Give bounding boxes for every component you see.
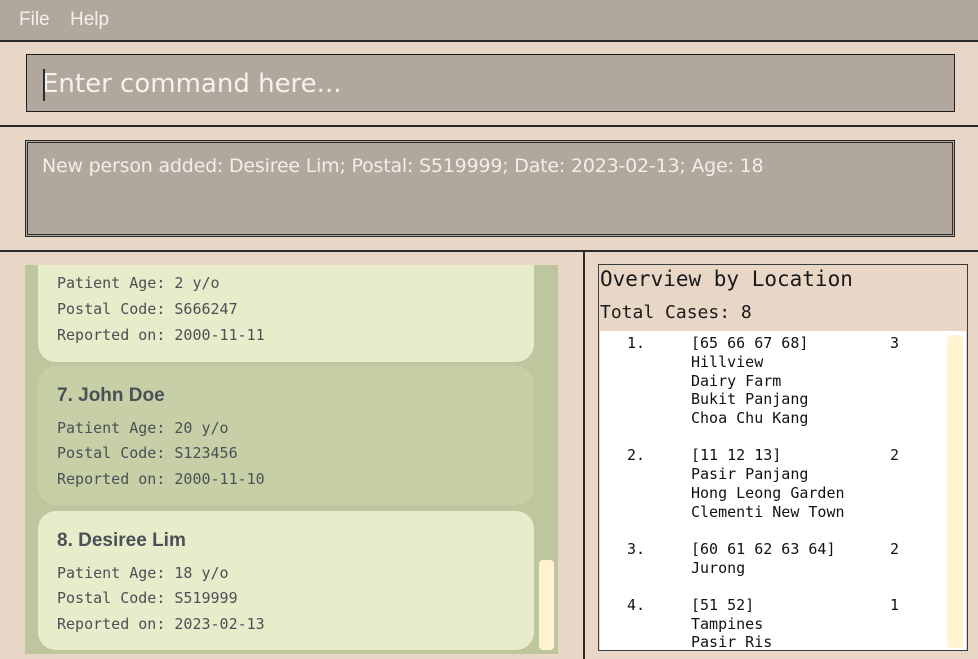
person-reported: Reported on: 2000-11-11	[57, 326, 265, 344]
overview-title: Overview by Location	[600, 267, 853, 291]
person-name: 8. Desiree Lim	[57, 530, 186, 551]
divider	[0, 250, 978, 252]
overview-scrollbar[interactable]	[947, 335, 963, 648]
result-display: New person added: Desiree Lim; Postal: S…	[25, 140, 955, 237]
divider	[0, 125, 978, 127]
entry-area: Hong Leong Garden	[691, 484, 845, 502]
entry-area: Bukit Panjang	[691, 390, 809, 408]
entry-area: Pasir Ris	[691, 633, 773, 650]
person-postal: Postal Code: S666247	[57, 300, 238, 318]
person-reported: Reported on: 2000-11-10	[57, 470, 265, 488]
entry-index: 1.	[627, 334, 646, 352]
total-cases: Total Cases: 8	[600, 302, 752, 323]
person-list: Patient Age: 2 y/o Postal Code: S666247 …	[25, 265, 558, 654]
menu-help[interactable]: Help	[70, 9, 109, 31]
entry-count: 1	[890, 596, 900, 614]
list-scrollbar[interactable]	[539, 560, 554, 650]
command-box	[26, 54, 955, 112]
entry-count: 2	[890, 540, 900, 558]
person-card[interactable]: 8. Desiree Lim Patient Age: 18 y/o Posta…	[38, 511, 534, 650]
menu-bar: File Help	[0, 0, 978, 40]
entry-codes: [51 52]	[691, 596, 755, 614]
panel-divider	[583, 252, 585, 659]
entry-count: 2	[890, 446, 900, 464]
entry-index: 2.	[627, 446, 646, 464]
entry-area: Hillview	[691, 353, 764, 371]
entry-area: Clementi New Town	[691, 503, 845, 521]
menu-file[interactable]: File	[19, 9, 50, 31]
person-age: Patient Age: 2 y/o	[57, 274, 220, 292]
person-card[interactable]: 7. John Doe Patient Age: 20 y/o Postal C…	[38, 366, 534, 505]
entry-index: 3.	[627, 540, 646, 558]
command-input[interactable]	[42, 66, 932, 102]
location-list: 1. [65 66 67 68] 3 Hillview Dairy Farm B…	[600, 331, 966, 650]
result-message: New person added: Desiree Lim; Postal: S…	[42, 155, 764, 177]
person-reported: Reported on: 2023-02-13	[57, 615, 265, 633]
entry-codes: [60 61 62 63 64]	[691, 540, 836, 558]
entry-codes: [65 66 67 68]	[691, 334, 809, 352]
entry-area: Jurong	[691, 559, 746, 577]
person-name: 7. John Doe	[57, 385, 165, 406]
divider	[0, 40, 978, 42]
entry-codes: [11 12 13]	[691, 446, 782, 464]
person-card[interactable]: Patient Age: 2 y/o Postal Code: S666247 …	[38, 265, 534, 362]
text-caret	[43, 69, 45, 101]
overview-panel: Overview by Location Total Cases: 8 1. […	[598, 264, 968, 651]
person-age: Patient Age: 18 y/o	[57, 564, 229, 582]
entry-area: Tampines	[691, 615, 764, 633]
person-age: Patient Age: 20 y/o	[57, 419, 229, 437]
person-postal: Postal Code: S123456	[57, 444, 238, 462]
entry-count: 3	[890, 334, 900, 352]
entry-area: Pasir Panjang	[691, 465, 809, 483]
entry-index: 4.	[627, 596, 646, 614]
person-postal: Postal Code: S519999	[57, 589, 238, 607]
entry-area: Dairy Farm	[691, 372, 782, 390]
entry-area: Choa Chu Kang	[691, 409, 809, 427]
